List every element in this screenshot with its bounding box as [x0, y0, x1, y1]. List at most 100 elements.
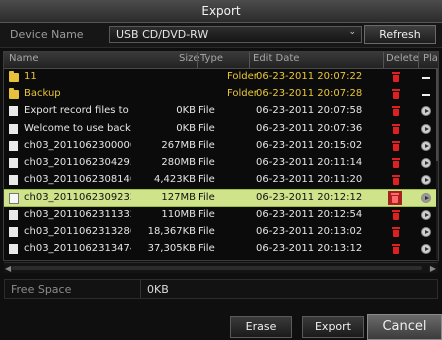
trash-icon[interactable] [391, 209, 401, 221]
chevron-down-icon: ⌄ [348, 27, 356, 37]
cell-edit-date: 06-23-2011 20:11:20 [256, 174, 363, 186]
free-space-label: Free Space [11, 283, 72, 296]
cell-edit-date: 06-23-2011 20:15:02 [256, 139, 363, 151]
trash-icon[interactable] [391, 226, 401, 238]
table-row[interactable]: ch03_20110623134743 37,305KB File 06-23-201… [4, 241, 438, 258]
header-divider[interactable] [197, 52, 198, 68]
cell-type: File [198, 156, 215, 168]
device-row: Device Name USB CD/DVD-RW ⌄ Refresh [0, 23, 442, 48]
cell-name: ch03_20110623092323 [24, 192, 131, 204]
cell-name: ch03_20110623134743 [24, 242, 131, 254]
button-bar: Erase Export Cancel [0, 312, 442, 340]
cell-type: File [198, 242, 215, 254]
table-row[interactable]: ch03_20110623042932 280MB File 06-23-2011 2… [4, 155, 438, 172]
refresh-button[interactable]: Refresh [364, 25, 436, 44]
scrollbar-thumb[interactable] [12, 266, 422, 270]
cell-edit-date: 06-23-2011 20:07:58 [256, 105, 363, 117]
cell-type: File [198, 174, 215, 186]
cell-name: Backup [24, 88, 61, 100]
cell-edit-date: 06-23-2011 20:13:12 [256, 242, 363, 254]
table-row[interactable]: Welcome to use backup 0KBFile 06-23-2011 2… [4, 121, 438, 138]
cell-edit-date: 06-23-2011 20:07:36 [256, 122, 363, 134]
cell-size: 37,305KB [147, 242, 196, 254]
window-title: Export [0, 0, 442, 23]
cell-name: ch03_20110623113325 [24, 208, 131, 220]
cell-name: ch03_20110623132800 [24, 225, 131, 237]
erase-button[interactable]: Erase [230, 316, 292, 338]
folder-icon [9, 71, 19, 82]
cell-size: 127MB [161, 192, 196, 204]
trash-icon[interactable] [391, 106, 401, 117]
trash-icon[interactable] [391, 243, 401, 255]
cell-edit-date: 06-23-2011 20:13:02 [256, 225, 363, 237]
header-divider[interactable] [249, 52, 250, 68]
cell-name: Welcome to use backup [24, 122, 131, 134]
file-icon [9, 193, 19, 205]
scrollbar-thumb[interactable] [436, 69, 438, 161]
cell-type: File [198, 260, 215, 261]
trash-icon[interactable] [388, 191, 402, 206]
table-row[interactable]: ch03_20110623113325 110MB File 06-23-2011 2… [4, 207, 438, 224]
cell-name: Export record files to me [24, 105, 131, 117]
file-icon [9, 123, 18, 134]
cell-edit-date: 06-23-2011 20:12:12 [256, 192, 363, 204]
file-icon [9, 175, 18, 186]
play-icon[interactable] [421, 157, 431, 168]
folder-icon [9, 88, 19, 100]
play-icon[interactable] [421, 209, 431, 220]
cancel-button[interactable]: Cancel [367, 314, 442, 340]
horizontal-scrollbar[interactable]: ◀ ▶ [4, 262, 438, 273]
cell-name: ch03_20110623042932 [24, 156, 131, 168]
trash-icon[interactable] [391, 72, 401, 83]
table-row[interactable]: Backup Folder 06-23-2011 20:07:28 [4, 86, 438, 103]
scroll-left-icon[interactable]: ◀ [5, 264, 11, 273]
header-divider[interactable] [383, 52, 384, 68]
trash-icon[interactable] [391, 123, 401, 135]
header-edit-date[interactable]: Edit Date [253, 53, 299, 64]
cell-edit-date: 06-23-2011 20:09:40 [256, 260, 362, 261]
device-select[interactable]: USB CD/DVD-RW ⌄ [109, 26, 362, 43]
free-space-value: 0KB [147, 283, 169, 296]
trash-icon[interactable] [391, 157, 401, 169]
file-icon [9, 140, 18, 151]
play-icon[interactable] [421, 175, 431, 186]
play-icon[interactable] [421, 243, 431, 254]
dash-icon [422, 77, 430, 79]
table-row[interactable]: ch03_20110623000000 267MB File 06-23-2011 2… [4, 138, 438, 155]
play-icon[interactable] [421, 193, 431, 204]
play-icon[interactable] [421, 123, 431, 134]
export-button[interactable]: Export [302, 316, 364, 338]
table-body: 11 Folder 06-23-2011 20:07:22 Backup Folder 0… [4, 69, 438, 261]
cell-type: File [198, 208, 215, 220]
cell-size: 267MB [161, 139, 196, 151]
header-delete: Delete [386, 53, 419, 64]
export-dialog: Export Device Name USB CD/DVD-RW ⌄ Refre… [0, 0, 442, 340]
table-row[interactable]: ch03_20110623092323 127MB File 06-23-2011 2… [4, 189, 438, 207]
device-select-value: USB CD/DVD-RW [116, 28, 209, 41]
header-divider[interactable] [418, 52, 419, 68]
header-name[interactable]: Name [9, 53, 39, 64]
header-type[interactable]: Type [200, 53, 223, 64]
file-icon [9, 226, 18, 237]
play-icon[interactable] [421, 140, 431, 151]
file-icon [9, 106, 18, 117]
play-icon[interactable] [421, 106, 431, 117]
trash-icon[interactable] [391, 89, 401, 100]
cell-name: 11 [24, 71, 37, 82]
play-icon[interactable] [421, 226, 431, 237]
vertical-scrollbar[interactable] [436, 69, 438, 259]
file-icon [9, 209, 18, 220]
cell-name: player.exe [24, 260, 131, 261]
scroll-right-icon[interactable]: ▶ [430, 264, 436, 273]
table-row[interactable]: Export record files to me 0KBFile 06-23-20… [4, 103, 438, 120]
table-row[interactable]: ch03_20110623132800 18,367KB File 06-23-201… [4, 224, 438, 241]
divider [140, 280, 141, 298]
cell-edit-date: 06-23-2011 20:07:28 [256, 88, 363, 100]
table-header: Name Size Type Edit Date Delete Play [4, 52, 438, 69]
cell-size: 280MB [161, 156, 196, 168]
table-row[interactable]: 11 Folder 06-23-2011 20:07:22 [4, 69, 438, 86]
table-row[interactable]: player.exe 608KBFile 06-23-2011 20:09:40 [4, 258, 438, 261]
trash-icon[interactable] [391, 175, 401, 186]
trash-icon[interactable] [391, 140, 401, 152]
table-row[interactable]: ch03_20110623081403 4,423KB File 06-23-2011… [4, 172, 438, 189]
